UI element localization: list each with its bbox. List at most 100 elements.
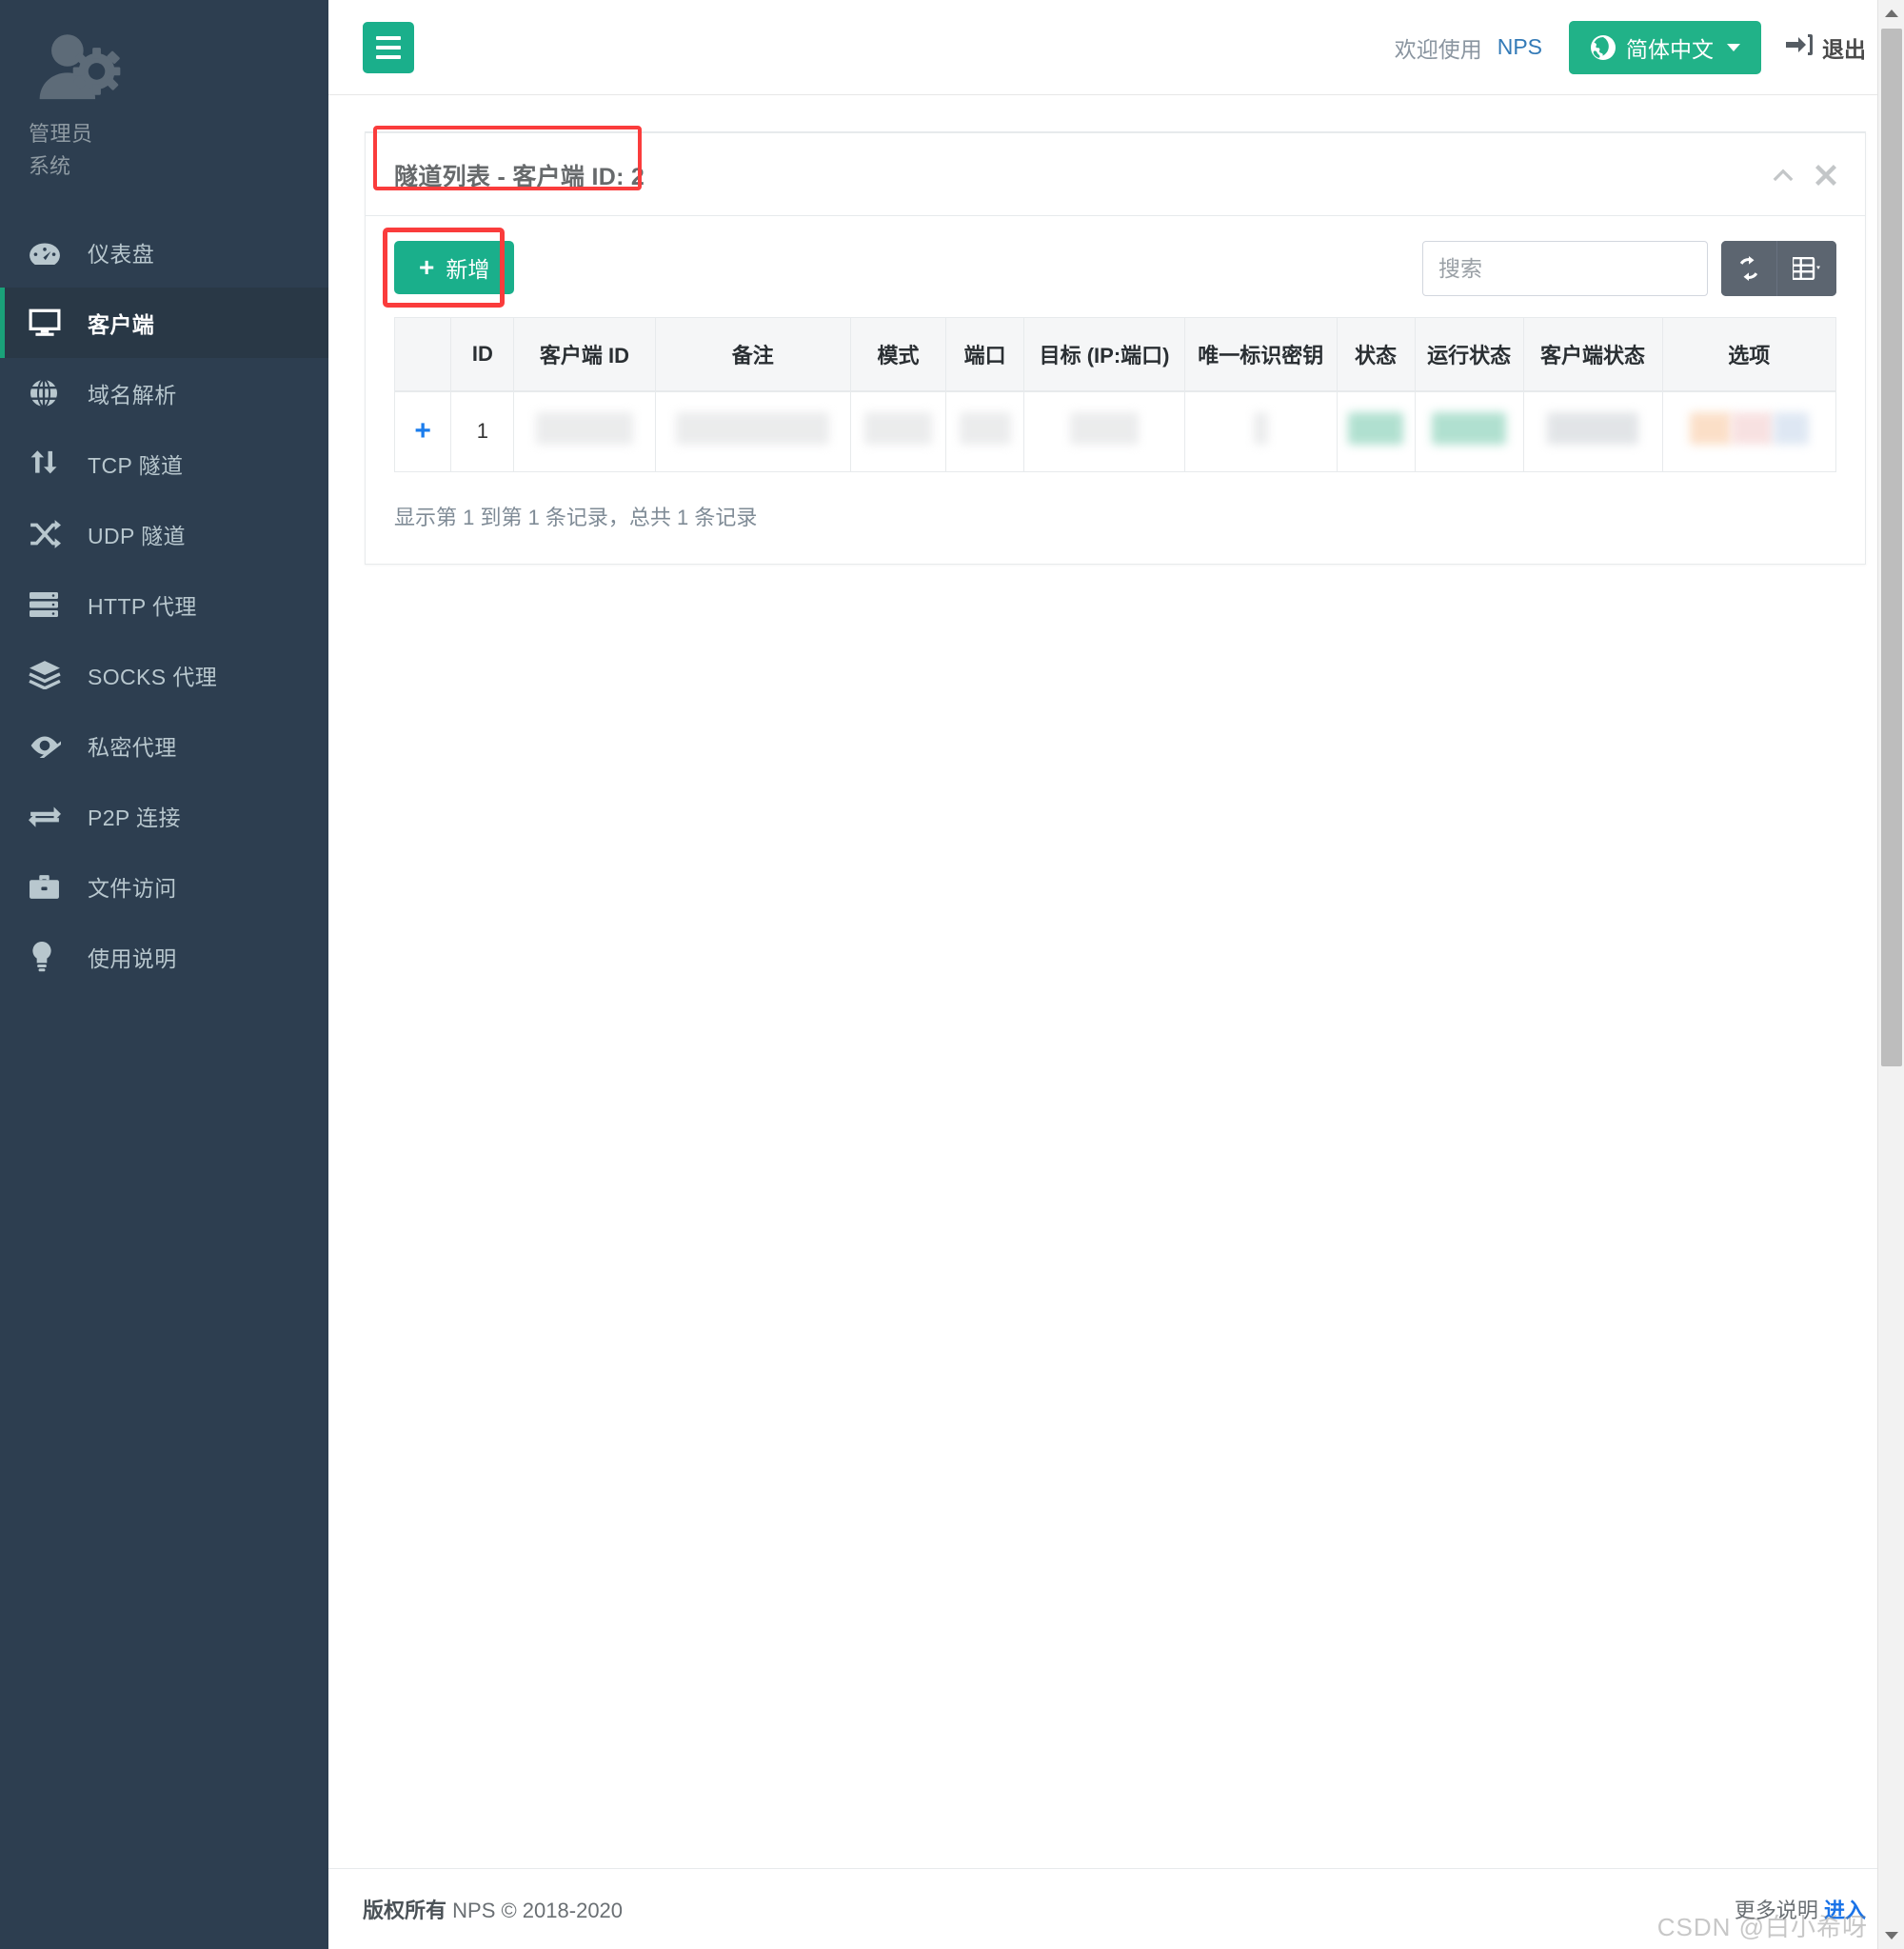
sidebar-item-http-proxy[interactable]: HTTP 代理 (0, 569, 328, 640)
scrollbar-up-arrow[interactable] (1878, 0, 1904, 27)
copyright-text: NPS © 2018-2020 (452, 1899, 624, 1922)
table-column-header[interactable]: 客户端状态 (1522, 317, 1663, 392)
table-column-header[interactable]: 状态 (1336, 317, 1416, 392)
footer-more-label: 更多说明 (1734, 1899, 1818, 1922)
sidebar-item-label: TCP 隧道 (88, 453, 184, 479)
sidebar-item-socks-proxy[interactable]: SOCKS 代理 (0, 640, 328, 710)
toolbar-right-group (1422, 241, 1836, 296)
table-column-header[interactable]: 模式 (849, 317, 947, 392)
hamburger-icon[interactable] (363, 21, 414, 73)
row-options[interactable] (1661, 390, 1836, 472)
row-port (945, 390, 1025, 472)
row-expand-cell[interactable]: + (393, 390, 452, 472)
sidebar-item-udp-tunnel[interactable]: UDP 隧道 (0, 499, 328, 569)
option-button[interactable] (1689, 412, 1732, 446)
chevron-up-icon[interactable] (1772, 168, 1795, 183)
status-badge (1348, 412, 1404, 446)
sidebar-nav: 仪表盘 客户端 域名解析 TCP 隧道 UDP 隧道 HTTP 代理 SOCKS… (0, 217, 328, 992)
monitor-icon (29, 307, 67, 339)
briefcase-icon (29, 870, 67, 903)
browser-scrollbar[interactable] (1877, 0, 1904, 1949)
profile-name: 管理员 (29, 122, 93, 146)
table-column-header[interactable]: 客户端 ID (513, 317, 656, 392)
sidebar-item-dashboard[interactable]: 仪表盘 (0, 217, 328, 288)
table-column-header[interactable]: 唯一标识密钥 (1183, 317, 1338, 392)
plus-icon[interactable]: + (414, 415, 431, 447)
table-column-header[interactable]: ID (450, 317, 515, 392)
table-column-header[interactable]: 目标 (IP:端口) (1023, 317, 1185, 392)
row-remark (654, 390, 851, 472)
server-icon (29, 588, 67, 621)
table-column-header[interactable]: 端口 (945, 317, 1025, 392)
content-area: 隧道列表 - 客户端 ID: 2 + 新增 搜索 ID 客户端 ID 备注 模式… (328, 95, 1904, 1868)
globe-icon (1590, 34, 1616, 61)
hamburger-bar (376, 54, 401, 59)
sidebar-item-usage-guide[interactable]: 使用说明 (0, 922, 328, 992)
sidebar-item-file-access[interactable]: 文件访问 (0, 851, 328, 922)
triangle-down-icon (1884, 1932, 1898, 1939)
table-column-header[interactable]: 运行状态 (1414, 317, 1524, 392)
language-label: 简体中文 (1626, 36, 1714, 62)
hamburger-bar (376, 45, 401, 50)
user-gear-icon (34, 32, 126, 105)
table-column-header[interactable]: 备注 (654, 317, 851, 392)
table-toolbar: + 新增 (383, 228, 1836, 308)
shuffle-icon (29, 518, 67, 550)
scrollbar-thumb[interactable] (1881, 29, 1902, 1066)
sidebar-item-label: UDP 隧道 (88, 524, 186, 549)
dashboard-icon (29, 236, 67, 268)
plus-icon: + (419, 252, 435, 282)
refresh-icon[interactable] (1721, 241, 1776, 296)
sidebar: 管理员 系统 仪表盘 客户端 域名解析 TCP 隧道 UDP 隧道 HTTP 代… (0, 0, 328, 1949)
sidebar-item-label: 域名解析 (88, 383, 177, 408)
footer-more-link[interactable]: 进入 (1824, 1899, 1866, 1922)
redacted-value (863, 412, 933, 446)
columns-icon[interactable] (1776, 241, 1836, 296)
sign-out-icon (1786, 33, 1813, 62)
row-status (1336, 390, 1416, 472)
row-client-id (513, 390, 656, 472)
profile-sub: 系统 (29, 154, 71, 179)
add-button-label: 新增 (446, 257, 490, 282)
redacted-value (535, 412, 634, 446)
logout-label: 退出 (1822, 36, 1866, 62)
panel-header: 隧道列表 - 客户端 ID: 2 (366, 126, 1865, 216)
nps-link[interactable]: NPS (1497, 34, 1542, 60)
table-record-summary: 显示第 1 到第 1 条记录，总共 1 条记录 (394, 505, 758, 529)
redacted-value (675, 412, 830, 446)
add-button[interactable]: + 新增 (394, 241, 515, 294)
sidebar-item-label: P2P 连接 (88, 805, 181, 831)
sidebar-item-private-proxy[interactable]: 私密代理 (0, 710, 328, 781)
status-badge (1431, 412, 1507, 446)
logout-button[interactable]: 退出 (1786, 31, 1866, 64)
eye-slash-icon (29, 729, 67, 762)
search-input[interactable] (1422, 241, 1708, 296)
page-title: 隧道列表 - 客户端 ID: 2 (394, 164, 645, 190)
sidebar-item-tcp-tunnel[interactable]: TCP 隧道 (0, 428, 328, 499)
hamburger-bar (376, 35, 401, 40)
scrollbar-down-arrow[interactable] (1878, 1922, 1904, 1949)
globe-icon (29, 377, 67, 409)
row-client-status (1522, 390, 1663, 472)
copyright: 版权所有 NPS © 2018-2020 (363, 1894, 623, 1924)
table-column-header[interactable]: 选项 (1661, 317, 1836, 392)
tunnel-list-panel: 隧道列表 - 客户端 ID: 2 + 新增 搜索 ID 客户端 ID 备注 模式… (365, 126, 1866, 565)
table-row[interactable]: + 1 (393, 390, 1836, 472)
row-run-status (1414, 390, 1524, 472)
redacted-value (1070, 412, 1139, 446)
option-button[interactable] (1731, 412, 1774, 446)
sidebar-item-client[interactable]: 客户端 (0, 288, 328, 359)
triangle-up-icon (1884, 10, 1898, 17)
row-target (1023, 390, 1185, 472)
topbar-right-group: 欢迎使用 NPS 简体中文 退出 (1395, 20, 1866, 74)
close-icon[interactable] (1815, 165, 1836, 186)
language-selector[interactable]: 简体中文 (1569, 20, 1761, 74)
option-button[interactable] (1773, 412, 1809, 446)
sidebar-item-p2p[interactable]: P2P 连接 (0, 781, 328, 851)
row-id: 1 (450, 390, 515, 472)
row-mode (849, 390, 947, 472)
exchange-arrows-icon (29, 447, 67, 480)
lightbulb-icon (29, 941, 67, 973)
sidebar-item-domain[interactable]: 域名解析 (0, 358, 328, 428)
table-body: + 1 (393, 390, 1836, 472)
